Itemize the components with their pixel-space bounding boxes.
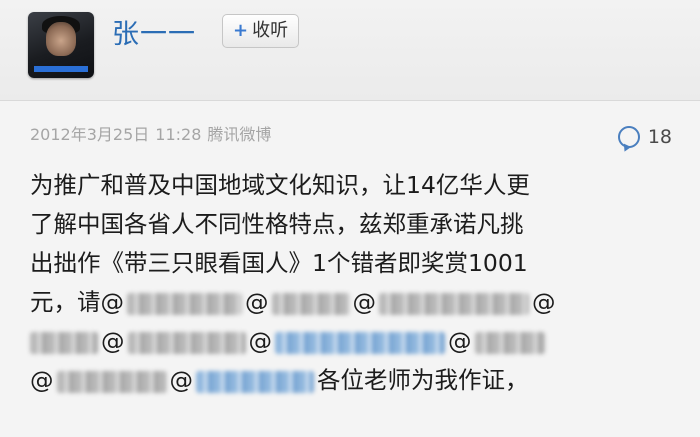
mention-redacted[interactable]	[127, 331, 246, 354]
content-line: @ @ 各位老师为我作证，	[30, 361, 680, 400]
post-content: 为推广和普及中国地域文化知识，让14亿华人更 了解中国各省人不同性格特点，兹郑重…	[30, 166, 680, 400]
content-line: 元，请@ @ @ @	[30, 283, 680, 322]
follow-label: 收听	[252, 20, 289, 41]
mention-redacted[interactable]	[275, 331, 445, 354]
at-sign: @	[448, 327, 472, 355]
mention-redacted[interactable]	[196, 370, 314, 393]
content-line: 出拙作《带三只眼看国人》1个错者即奖赏1001	[30, 249, 528, 277]
at-sign: @	[30, 366, 54, 394]
avatar-strip	[34, 66, 88, 72]
post-date: 2012年3月25日	[30, 125, 150, 144]
mention-redacted[interactable]	[56, 370, 167, 393]
avatar[interactable]	[28, 12, 94, 78]
at-sign: @	[245, 288, 269, 316]
mention-redacted[interactable]	[30, 331, 98, 354]
post-time: 11:28	[155, 125, 202, 144]
post-source[interactable]: 腾讯微博	[207, 125, 271, 144]
content-line: @ @ @	[30, 322, 680, 361]
plus-icon: +	[233, 20, 249, 41]
at-sign: @	[352, 288, 377, 316]
mention-redacted[interactable]	[379, 292, 529, 315]
profile-header: 张一一 + 收听	[0, 0, 700, 101]
mention-redacted[interactable]	[271, 292, 350, 315]
at-sign: @	[532, 288, 556, 316]
mention-redacted[interactable]	[474, 331, 545, 354]
content-line: 了解中国各省人不同性格特点，兹郑重承诺凡挑	[30, 210, 524, 238]
comments-button[interactable]: 18	[617, 126, 672, 148]
comment-icon	[617, 126, 640, 148]
post-meta: 2012年3月25日 11:28 腾讯微博	[30, 121, 277, 145]
follow-button[interactable]: + 收听	[222, 14, 300, 48]
content-text: 各位老师为我作证，	[317, 366, 529, 394]
user-name[interactable]: 张一一	[112, 12, 196, 51]
content-text: 元，请@	[30, 288, 124, 316]
at-sign: @	[248, 327, 273, 355]
content-line: 为推广和普及中国地域文化知识，让14亿华人更	[30, 171, 530, 199]
at-sign: @	[101, 327, 125, 355]
avatar-face	[46, 22, 76, 56]
comment-count: 18	[647, 126, 672, 148]
mention-redacted[interactable]	[127, 292, 242, 315]
at-sign: @	[169, 366, 194, 394]
